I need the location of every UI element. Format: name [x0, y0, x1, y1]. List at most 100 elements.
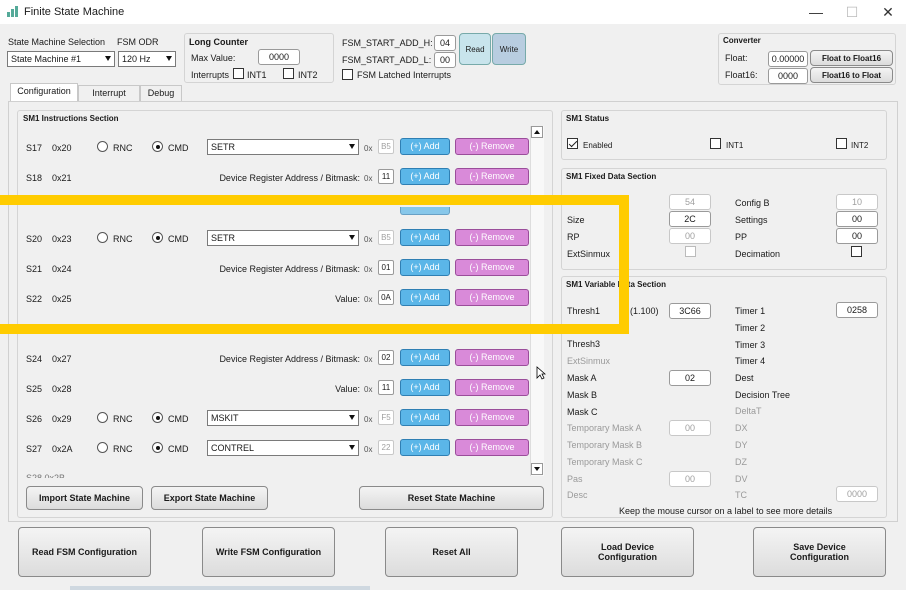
fixed-right-field[interactable]: 00: [836, 228, 878, 244]
remove-button[interactable]: (-) Remove: [455, 379, 529, 396]
hex-field[interactable]: F5: [378, 410, 394, 425]
read-fsm-config-button[interactable]: Read FSM Configuration: [18, 527, 151, 577]
cmd-radio[interactable]: [152, 412, 163, 423]
rnc-radio[interactable]: [97, 141, 108, 152]
reset-sm-button[interactable]: Reset State Machine: [359, 486, 544, 510]
hex-prefix: 0x: [364, 445, 373, 454]
command-dropdown[interactable]: MSKIT: [207, 410, 359, 426]
hex-field[interactable]: 11: [378, 169, 394, 184]
status-title: SM1 Status: [566, 114, 610, 123]
hex-field[interactable]: B5: [378, 139, 394, 154]
command-dropdown[interactable]: CONTREL: [207, 440, 359, 456]
timer1-field[interactable]: 0258: [836, 302, 878, 318]
add-button[interactable]: (+) Add: [400, 439, 450, 456]
int2-label: INT2: [298, 70, 318, 80]
status-int1-label: INT1: [726, 141, 744, 150]
cmd-radio[interactable]: [152, 141, 163, 152]
load-device-config-button[interactable]: Load Device Configuration: [561, 527, 694, 577]
write-button[interactable]: Write: [492, 33, 526, 65]
fixed-right-field[interactable]: 10: [836, 194, 878, 210]
partial-row-text: S28 0x2B: [26, 473, 66, 478]
cmd-label: CMD: [168, 444, 189, 454]
float16-field[interactable]: 0000: [768, 68, 808, 84]
fixed-right-label: Config B: [735, 198, 770, 208]
pas-field[interactable]: 00: [669, 471, 711, 487]
add-button[interactable]: (+) Add: [400, 349, 450, 366]
fixed-left-field[interactable]: 54: [669, 194, 711, 210]
float-field[interactable]: 0.00000: [768, 51, 808, 67]
add-button[interactable]: (+) Add: [400, 379, 450, 396]
max-value-label: Max Value:: [191, 53, 236, 63]
remove-button[interactable]: (-) Remove: [455, 168, 529, 185]
export-sm-button[interactable]: Export State Machine: [151, 486, 268, 510]
mask-b-label: Mask B: [567, 390, 598, 400]
enabled-checkbox[interactable]: [567, 138, 578, 149]
decimation-checkbox[interactable]: [851, 246, 862, 257]
int2-checkbox[interactable]: [283, 68, 294, 79]
scroll-down-button[interactable]: [531, 463, 543, 475]
hex-field[interactable]: 11: [378, 380, 394, 395]
max-value-field[interactable]: 0000: [258, 49, 300, 65]
highlight-overlay: [0, 195, 629, 334]
extsinmux-checkbox[interactable]: [685, 246, 696, 257]
status-int2-label: INT2: [851, 141, 869, 150]
scroll-up-button[interactable]: [531, 126, 543, 138]
status-group: [561, 110, 887, 160]
tmask-a-field[interactable]: 00: [669, 420, 711, 436]
start-l-field[interactable]: 00: [434, 52, 456, 68]
close-button[interactable]: ✕: [874, 2, 902, 22]
converter-title: Converter: [723, 36, 761, 45]
tab-debug[interactable]: Debug: [140, 85, 182, 101]
minimize-button[interactable]: —: [802, 2, 830, 22]
status-int2-checkbox[interactable]: [836, 138, 847, 149]
write-fsm-config-button[interactable]: Write FSM Configuration: [202, 527, 335, 577]
remove-button[interactable]: (-) Remove: [455, 138, 529, 155]
hex-prefix: 0x: [364, 174, 373, 183]
reset-all-button[interactable]: Reset All: [385, 527, 518, 577]
fixed-right-label: PP: [735, 232, 748, 242]
cmd-label: CMD: [168, 414, 189, 424]
tab-configuration[interactable]: Configuration: [10, 83, 78, 101]
rnc-radio[interactable]: [97, 442, 108, 453]
sm-selection-dropdown[interactable]: State Machine #1: [7, 51, 115, 67]
mask-a-label: Mask A: [567, 373, 597, 383]
chevron-up-icon: [534, 130, 540, 134]
float16-to-float-button[interactable]: Float16 to Float: [810, 67, 893, 83]
row-address: 0x29: [52, 414, 72, 424]
maximize-button[interactable]: ☐: [838, 2, 866, 22]
row-param-label: Device Register Address / Bitmask:: [219, 173, 360, 183]
status-int1-checkbox[interactable]: [710, 138, 721, 149]
float-to-float16-button[interactable]: Float to Float16: [810, 50, 893, 66]
fixed-left-field[interactable]: 2C: [669, 211, 711, 227]
hex-field[interactable]: 02: [378, 350, 394, 365]
command-dropdown[interactable]: SETR: [207, 139, 359, 155]
save-device-config-button[interactable]: Save Device Configuration: [753, 527, 886, 577]
rnc-radio[interactable]: [97, 412, 108, 423]
remove-button[interactable]: (-) Remove: [455, 409, 529, 426]
row-step: S27: [26, 444, 43, 454]
tab-interrupt[interactable]: Interrupt: [78, 85, 140, 101]
row-address: 0x27: [52, 354, 72, 364]
timer4-label: Timer 4: [735, 356, 766, 366]
read-button[interactable]: Read: [459, 33, 491, 65]
fixed-left-field[interactable]: 00: [669, 228, 711, 244]
command-value: CONTREL: [211, 443, 255, 453]
hex-field[interactable]: 22: [378, 440, 394, 455]
odr-dropdown[interactable]: 120 Hz: [118, 51, 176, 67]
fixed-right-field[interactable]: 00: [836, 211, 878, 227]
window-title: Finite State Machine: [24, 6, 125, 18]
add-button[interactable]: (+) Add: [400, 409, 450, 426]
tc-field[interactable]: 0000: [836, 486, 878, 502]
mask-a-field[interactable]: 02: [669, 370, 711, 386]
int1-checkbox[interactable]: [233, 68, 244, 79]
cmd-radio[interactable]: [152, 442, 163, 453]
start-h-field[interactable]: 04: [434, 35, 456, 51]
remove-button[interactable]: (-) Remove: [455, 439, 529, 456]
remove-button[interactable]: (-) Remove: [455, 349, 529, 366]
add-button[interactable]: (+) Add: [400, 168, 450, 185]
thresh1-field[interactable]: 3C66: [669, 303, 711, 319]
latched-checkbox[interactable]: [342, 69, 353, 80]
add-button[interactable]: (+) Add: [400, 138, 450, 155]
import-sm-button[interactable]: Import State Machine: [26, 486, 143, 510]
chevron-down-icon: [349, 144, 355, 149]
